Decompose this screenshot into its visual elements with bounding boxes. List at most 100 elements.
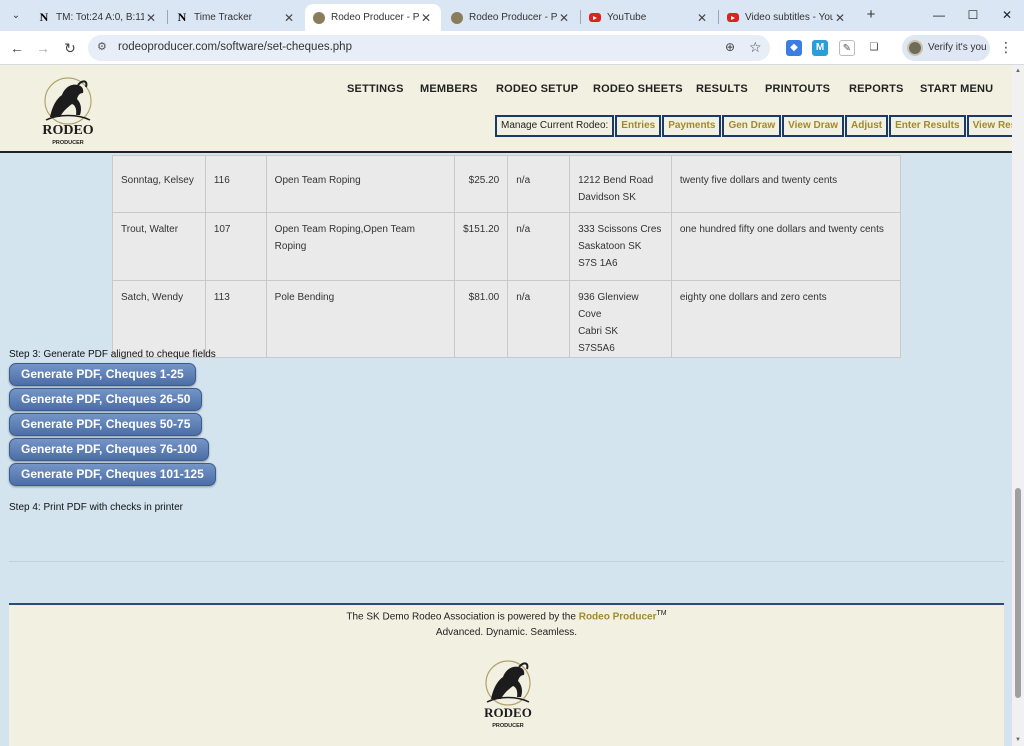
profile-label: Verify it's you [928,42,987,53]
cell-number: 107 [204,212,267,281]
manage-view-results-link[interactable]: View Results [966,115,1012,137]
manage-current-rodeo-bar: Manage Current Rodeo: Entries Payments G… [495,115,1012,137]
rodeo-producer-link[interactable]: Rodeo Producer [579,611,657,622]
nav-printouts[interactable]: PRINTOUTS [765,83,830,95]
new-tab-plus-icon[interactable]: + [862,6,880,24]
tab-search-chevron-icon[interactable]: ⌄ [6,6,26,26]
address-bar[interactable]: ⚙ rodeoproducer.com/software/set-cheques… [88,35,770,61]
manage-view-draw-link[interactable]: View Draw [782,115,844,137]
table-row: Sonntag, Kelsey 116 Open Team Roping $25… [112,155,902,213]
cell-gst: n/a [507,280,571,358]
divider [9,561,1004,562]
cell-gst: n/a [507,155,571,213]
minimize-icon[interactable]: — [922,0,956,31]
manage-payments-link[interactable]: Payments [662,115,722,137]
close-icon[interactable]: ✕ [695,11,709,25]
reload-icon[interactable]: ↻ [60,38,80,58]
close-icon[interactable]: ✕ [419,11,433,25]
browser-toolbar: ← → ↻ ⚙ rodeoproducer.com/software/set-c… [0,31,1024,65]
tab-title: YouTube [607,12,647,23]
generate-pdf-50-75-button[interactable]: Generate PDF, Cheques 50-75 [9,413,203,436]
cell-amount: $151.20 [454,212,509,281]
manage-enter-results-link[interactable]: Enter Results [889,115,966,137]
back-arrow-icon[interactable]: ← [7,38,27,58]
url-text[interactable]: rodeoproducer.com/software/set-cheques.p… [118,41,352,53]
extensions-puzzle-icon[interactable]: ❑ [866,40,882,56]
nav-settings[interactable]: SETTINGS [347,83,404,95]
tab-title: TM: Tot:24 A:0, B:11, C [56,12,144,23]
browser-tab-3-active[interactable]: Rodeo Producer - Pri ✕ [305,4,441,31]
extension-m-icon[interactable]: M [812,40,828,56]
notion-icon: N [177,10,187,24]
manage-adjust-link[interactable]: Adjust [844,115,889,137]
rodeo-producer-logo[interactable]: RODEO PRODUCER [28,73,108,149]
footer-logo-text: RODEO [484,705,532,720]
browser-tab-strip: ⌄ N TM: Tot:24 A:0, B:11, C ✕ N Time Tra… [0,0,1024,31]
address-line: 936 Glenview Cove [578,292,639,320]
cell-address: 1212 Bend Road Davidson SK [569,155,672,213]
generate-pdf-76-100-button[interactable]: Generate PDF, Cheques 76-100 [9,438,210,461]
forward-arrow-icon[interactable]: → [33,38,53,58]
close-icon[interactable]: ✕ [833,11,847,25]
footer-rodeo-logo: RODEO PRODUCER [484,660,532,729]
address-line: Saskatoon SK [578,241,642,252]
nav-members[interactable]: MEMBERS [420,83,478,95]
window-close-icon[interactable]: ✕ [990,0,1024,31]
tab-title: Time Tracker [194,12,252,23]
manage-gen-draw-link[interactable]: Gen Draw [722,115,782,137]
cell-events: Open Team Roping [265,155,456,213]
address-line: Cabri SK [578,326,619,337]
nav-rodeo-sheets[interactable]: RODEO SHEETS [593,83,683,95]
close-icon[interactable]: ✕ [557,11,571,25]
zoom-icon[interactable]: ⊕ [725,40,735,54]
browser-tab-5[interactable]: YouTube ✕ [581,4,717,31]
cheques-table: Sonntag, Kelsey 116 Open Team Roping $25… [112,155,902,358]
address-line: S7S5A6 [578,343,615,354]
address-line: Davidson SK [578,192,636,203]
cell-name: Trout, Walter [112,212,206,281]
profile-verify-button[interactable]: Verify it's you [902,35,990,61]
tab-title: Rodeo Producer - Pri [331,12,419,23]
youtube-icon [589,13,601,22]
generate-pdf-1-25-button[interactable]: Generate PDF, Cheques 1-25 [9,363,196,386]
extension-pen-icon[interactable]: ✎ [839,40,855,56]
browser-tab-4[interactable]: Rodeo Producer - Pri ✕ [443,4,579,31]
browser-tab-1[interactable]: N TM: Tot:24 A:0, B:11, C ✕ [30,4,166,31]
cell-name: Satch, Wendy [112,280,206,358]
scroll-up-icon[interactable]: ▲ [1014,67,1022,75]
powered-prefix: The SK Demo Rodeo Association is powered… [346,611,579,623]
nav-reports[interactable]: REPORTS [849,83,904,95]
logo-text: RODEO [42,123,93,138]
scroll-down-icon[interactable]: ▼ [1014,736,1022,744]
browser-tab-6[interactable]: Video subtitles - YouT ✕ [719,4,855,31]
cell-amount-words: twenty five dollars and twenty cents [670,155,902,213]
tab-title: Rodeo Producer - Pri [469,12,557,23]
generate-pdf-26-50-button[interactable]: Generate PDF, Cheques 26-50 [9,388,203,411]
nav-results[interactable]: RESULTS [696,83,748,95]
generate-pdf-101-125-button[interactable]: Generate PDF, Cheques 101-125 [9,463,216,486]
logo-subtext: PRODUCER [52,140,84,146]
nav-start-menu[interactable]: START MENU [920,83,993,95]
table-row: Trout, Walter 107 Open Team Roping,Open … [112,212,902,281]
address-line: 333 Scissons Cres [578,224,662,235]
page-scrollbar[interactable]: ▲ ▼ [1012,65,1024,746]
manage-entries-link[interactable]: Entries [615,115,662,137]
cell-address: 936 Glenview Cove Cabri SK S7S5A6 [569,280,672,358]
nav-rodeo-setup[interactable]: RODEO SETUP [496,83,578,95]
browser-menu-icon[interactable]: ⋮ [999,39,1013,56]
maximize-icon[interactable]: ☐ [956,0,990,31]
cell-name: Sonntag, Kelsey [112,155,206,213]
cell-amount: $25.20 [454,155,509,213]
address-line: 1212 Bend Road [578,175,654,186]
cell-amount-words: one hundred fifty one dollars and twenty… [670,212,902,281]
bookmark-star-icon[interactable]: ☆ [749,39,762,56]
extension-tag-icon[interactable]: ◆ [786,40,802,56]
close-icon[interactable]: ✕ [144,11,158,25]
step-4-label: Step 4: Print PDF with checks in printer [9,502,183,513]
site-info-icon[interactable]: ⚙ [97,40,107,53]
tagline: Advanced. Dynamic. Seamless. [435,627,578,638]
scrollbar-thumb[interactable] [1015,488,1021,698]
close-icon[interactable]: ✕ [282,11,296,25]
browser-tab-2[interactable]: N Time Tracker ✕ [168,4,304,31]
address-line: S7S 1A6 [578,258,618,269]
